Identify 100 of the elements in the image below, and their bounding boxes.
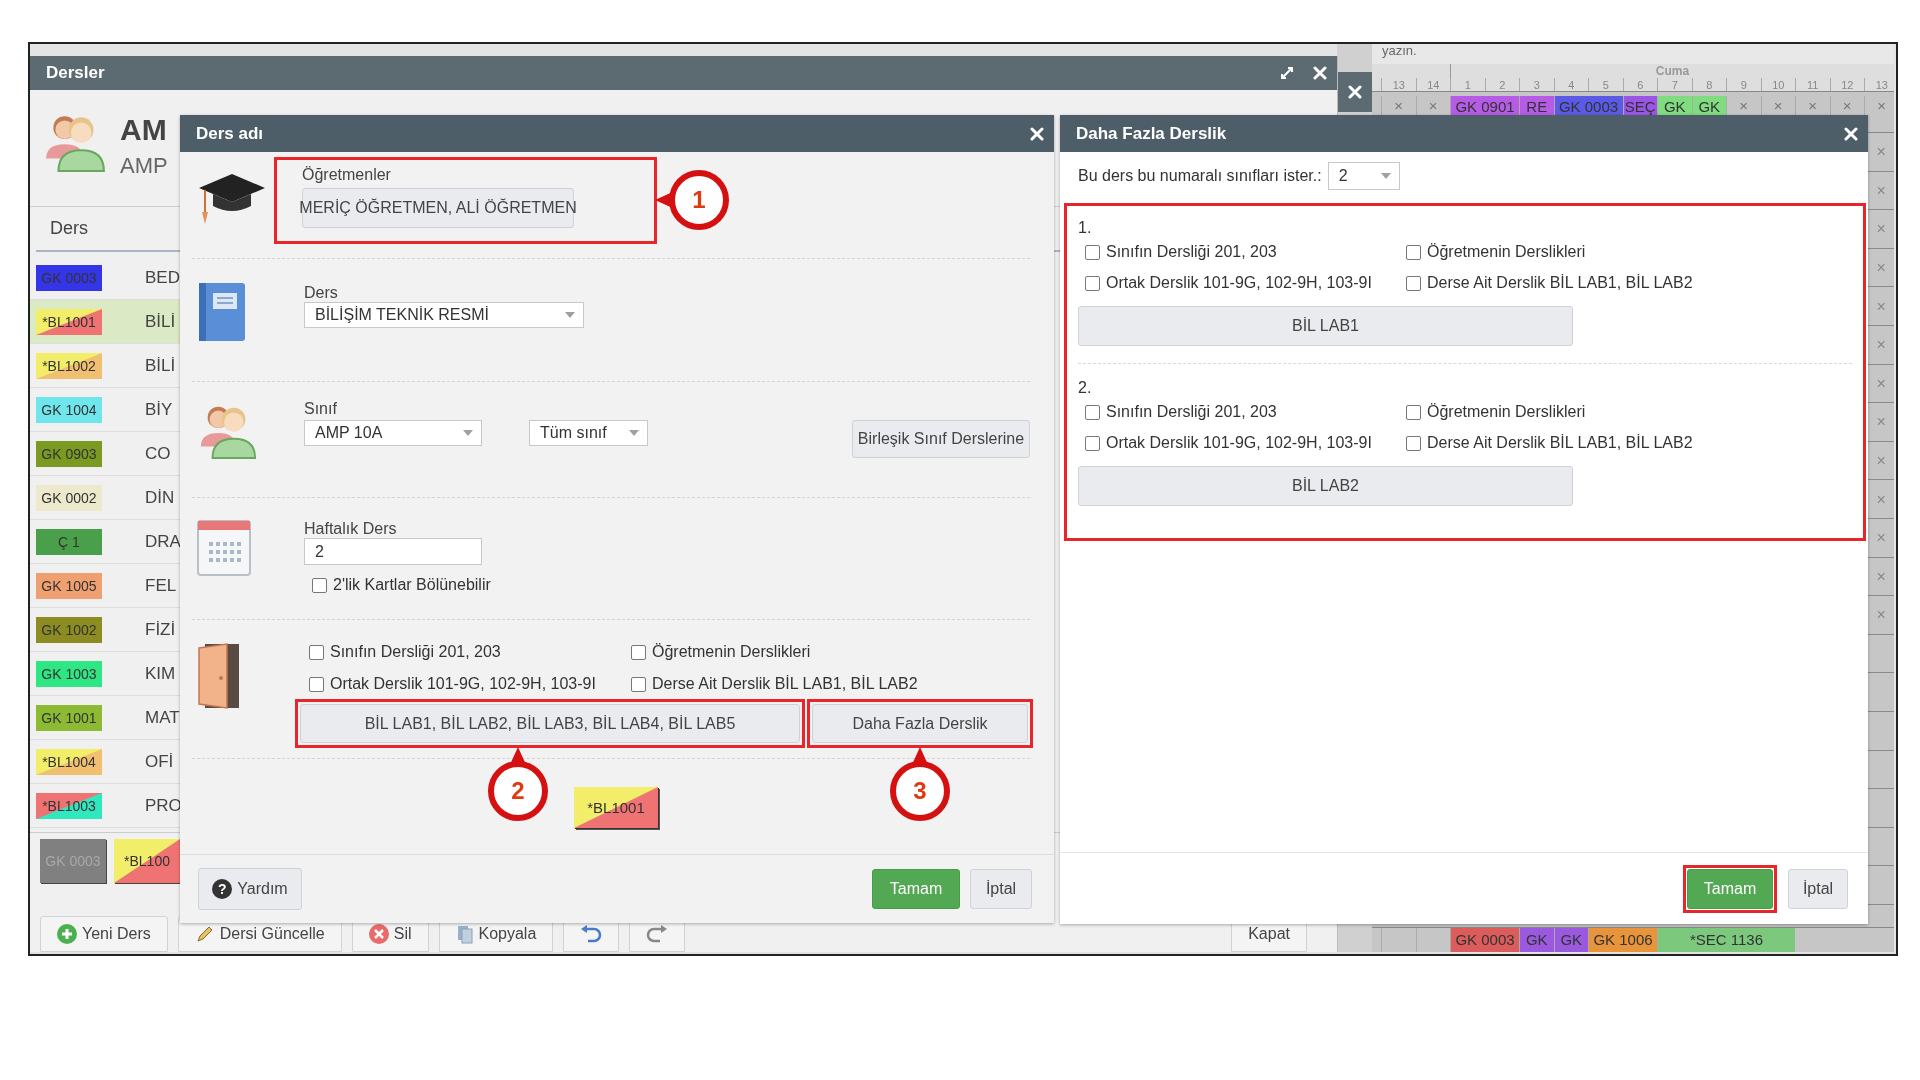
empty-slot-mark: ×	[1739, 98, 1749, 116]
checkbox[interactable]	[1406, 435, 1421, 451]
dialog-title: Ders adı	[196, 123, 264, 144]
lesson-block[interactable]: GK 1006	[1589, 928, 1657, 952]
empty-slot-mark: ×	[1877, 98, 1887, 116]
close-icon[interactable]	[1313, 66, 1327, 80]
undo-icon[interactable]	[580, 925, 603, 943]
checkbox[interactable]	[1085, 404, 1100, 420]
list-row[interactable]: *BL1002 BİLİ	[30, 344, 180, 388]
list-row[interactable]: *BL1004 OFİ	[30, 740, 180, 784]
checkbox[interactable]	[1406, 404, 1421, 420]
empty-slot-mark: ×	[1876, 373, 1886, 394]
lesson-code-badge: GK 0903	[36, 440, 102, 467]
lesson-code-badge: GK 1003	[36, 660, 102, 687]
expand-icon[interactable]	[1279, 65, 1295, 81]
period-number: 12	[1829, 78, 1864, 91]
class-dropdown[interactable]: AMP 10A	[304, 420, 482, 446]
lesson-code-badge: *BL1001	[574, 787, 658, 828]
list-row[interactable]: GK 1003 KIM	[30, 652, 180, 696]
lesson-code-badge: GK 1005	[36, 572, 102, 599]
option-label: Derse Ait Derslik BİL LAB1, BİL LAB2	[652, 675, 918, 693]
checkbox[interactable]	[312, 577, 327, 593]
empty-slot-mark: ×	[1876, 605, 1886, 626]
lesson-name: FEL	[145, 575, 178, 596]
checkbox[interactable]	[1085, 275, 1100, 291]
option-label: Sınıfın Dersliği 201, 203	[1106, 403, 1277, 421]
empty-slot-mark: ×	[1876, 528, 1886, 549]
group-number: 2.	[1078, 379, 1093, 398]
checkbox[interactable]	[1406, 275, 1421, 291]
close-icon[interactable]	[1347, 85, 1362, 99]
rooms-button[interactable]: BİL LAB1, BİL LAB2, BİL LAB3, BİL LAB4, BİL LAB5	[300, 704, 800, 743]
toolbar-button[interactable]: Yeni Ders	[40, 916, 168, 952]
class-subtitle: AMP	[120, 153, 168, 179]
group-dropdown[interactable]: Tüm sınıf	[529, 420, 648, 446]
lesson-code-badge: *BL1004	[36, 748, 102, 775]
cancel-button[interactable]: İptal	[1788, 868, 1848, 909]
period-number: 8	[1691, 78, 1726, 91]
empty-slot-mark: ×	[1876, 258, 1886, 279]
help-button[interactable]: ? Yardım	[198, 868, 302, 910]
option-label: Ortak Derslik 101-9G, 102-9H, 103-9I	[1106, 434, 1372, 452]
empty-slot-mark: ×	[1876, 296, 1886, 317]
empty-slot-mark: ×	[1394, 98, 1404, 116]
lesson-block[interactable]: GK 0003	[1451, 928, 1519, 952]
period-number: 1	[1450, 78, 1485, 91]
option-label: 2'lik Kartlar Bölünebilir	[333, 576, 491, 594]
checkbox[interactable]	[1085, 435, 1100, 451]
list-row[interactable]: GK 1002 FİZİ	[30, 608, 180, 652]
book-icon	[197, 281, 247, 343]
period-number: 4	[1553, 78, 1588, 91]
field-label: Öğretmenler	[302, 166, 392, 184]
empty-slot-mark: ×	[1876, 451, 1886, 472]
list-row[interactable]: GK 1001 MAT	[30, 696, 180, 740]
count-dropdown[interactable]: 2	[1327, 162, 1400, 190]
option-label: Öğretmenin Derslikleri	[1427, 403, 1586, 421]
checkbox[interactable]	[1406, 244, 1421, 260]
lesson-name: FİZİ	[145, 619, 177, 640]
joint-classes-button[interactable]: Birleşik Sınıf Derslerine	[852, 420, 1030, 458]
field-label: Sınıf	[304, 400, 338, 418]
list-row[interactable]: GK 1004 BİY	[30, 388, 180, 432]
lesson-dropdown[interactable]: BİLİŞİM TEKNİK RESMİ	[304, 302, 584, 328]
checkbox[interactable]	[309, 644, 324, 660]
field-label: Ders	[304, 284, 339, 302]
caret-icon	[629, 430, 639, 436]
room-button[interactable]: BİL LAB2	[1078, 466, 1573, 506]
period-number: 6	[1622, 78, 1657, 91]
room-button[interactable]: BİL LAB1	[1078, 306, 1573, 346]
option-label: Derse Ait Derslik BİL LAB1, BİL LAB2	[1427, 274, 1693, 292]
lesson-name: BED	[145, 267, 180, 288]
checkbox[interactable]	[631, 676, 646, 692]
empty-slot-mark: ×	[1876, 412, 1886, 433]
list-row[interactable]: GK 0903 CO	[30, 432, 180, 476]
cancel-button[interactable]: İptal	[970, 869, 1032, 909]
lesson-code-badge: GK 0003	[36, 264, 102, 291]
redo-icon[interactable]	[646, 925, 669, 943]
lesson-block[interactable]: *SEC 1136	[1658, 928, 1795, 952]
list-row[interactable]: GK 1005 FEL	[30, 564, 180, 608]
checkbox[interactable]	[1085, 244, 1100, 260]
lesson-name: DRA	[145, 531, 180, 552]
weekly-hours-input[interactable]: 2	[304, 538, 482, 565]
option-label: Ortak Derslik 101-9G, 102-9H, 103-9I	[330, 675, 596, 693]
lesson-code-badge: Ç 1	[36, 528, 102, 555]
list-row[interactable]: *BL1001 BİLİ	[30, 300, 180, 344]
checkbox[interactable]	[631, 644, 646, 660]
close-icon[interactable]	[1030, 126, 1044, 141]
option-label: Ortak Derslik 101-9G, 102-9H, 103-9I	[1106, 274, 1372, 292]
checkbox[interactable]	[309, 676, 324, 692]
list-row[interactable]: GK 0002 DİN	[30, 476, 180, 520]
lesson-code-badge: *BL1002	[36, 352, 102, 379]
lesson-name: KIM	[145, 663, 177, 684]
class-title: AM	[120, 113, 168, 147]
more-rooms-button[interactable]: Daha Fazla Derslik	[812, 704, 1028, 743]
field-label: Bu ders bu numaralı sınıfları ister.:	[1078, 167, 1322, 185]
group-number: 1.	[1078, 219, 1093, 238]
window-title: Dersler	[46, 63, 105, 83]
teachers-button[interactable]: MERİÇ ÖĞRETMEN, ALİ ÖĞRETMEN	[302, 188, 574, 228]
dialog-title: Daha Fazla Derslik	[1076, 123, 1227, 144]
door-icon	[197, 642, 241, 710]
close-icon[interactable]	[1844, 126, 1858, 141]
option-label: Sınıfın Dersliği 201, 203	[330, 643, 501, 661]
list-row[interactable]: Ç 1 DRA	[30, 520, 180, 564]
